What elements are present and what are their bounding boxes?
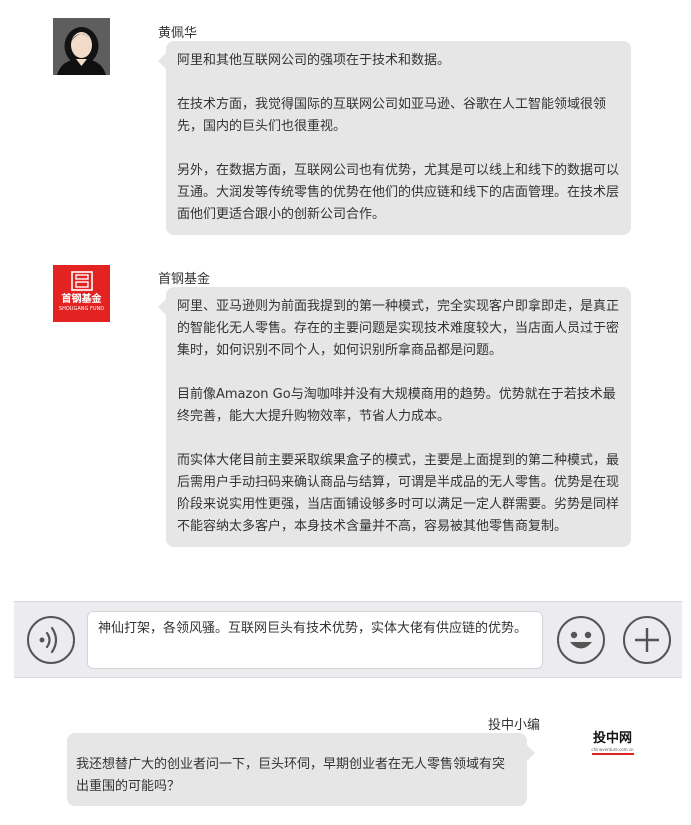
outgoing-message-text: 我还想替广大的创业者问一下，巨头环伺，早期创业者在无人零售领域有突出重围的可能吗…: [76, 757, 506, 794]
message-paragraph: 阿里、亚马逊则为前面我提到的第一种模式，完全实现客户即拿即走，是真正的智能化无人…: [177, 299, 620, 358]
message-paragraph: 而实体大佬目前主要采取缤果盒子的模式，主要是上面提到的第二种模式，最后需用户手动…: [177, 453, 620, 534]
message-input[interactable]: 神仙打架，各领风骚。互联网巨头有技术优势，实体大佬有供应链的优势。: [87, 611, 543, 669]
portrait-icon: [53, 18, 110, 75]
logo-english-text: SHOUGANG FUND: [58, 306, 105, 312]
message-paragraph: 另外，在数据方面，互联网公司也有优势，尤其是可以线上和线下的数据可以互通。大润发…: [177, 163, 620, 222]
smiley-face-icon: [570, 631, 592, 649]
message-bubble: 阿里和其他互联网公司的强项在于技术和数据。 在技术方面，我觉得国际的互联网公司如…: [158, 41, 631, 235]
bubble-tail: [527, 745, 535, 761]
sender-name: 黄佩华: [158, 26, 198, 41]
logo-sub-text: chinaventure.com.cn: [591, 747, 634, 752]
message-paragraph: 在技术方面，我觉得国际的互联网公司如亚马逊、谷歌在人工智能领域很领先，国内的巨头…: [177, 97, 607, 134]
bubble-tail: [158, 299, 166, 315]
message-input-text: 神仙打架，各领风骚。互联网巨头有技术优势，实体大佬有供应链的优势。: [98, 621, 528, 636]
logo-main-text: 投中网: [592, 731, 632, 746]
bubble-tail: [158, 53, 166, 69]
sender-name: 投中小编: [487, 718, 540, 733]
message-paragraph: 阿里和其他互联网公司的强项在于技术和数据。: [177, 53, 451, 68]
message-paragraph: 目前像Amazon Go与淘咖啡并没有大规模商用的趋势。优势就在于若技术最终完善…: [177, 387, 616, 424]
plus-button[interactable]: [623, 616, 671, 664]
outgoing-message-bubble: 我还想替广大的创业者问一下，巨头环伺，早期创业者在无人零售领域有突出重围的可能吗…: [67, 733, 535, 806]
avatar-chinaventure[interactable]: 投中网 chinaventure.com.cn: [584, 726, 641, 756]
message-bubble: 阿里、亚马逊则为前面我提到的第一种模式，完全实现客户即拿即走，是真正的智能化无人…: [158, 287, 631, 547]
sender-name: 首钢基金: [158, 272, 211, 287]
shougang-logo-icon: [70, 271, 93, 291]
avatar-huang-peihua[interactable]: [53, 18, 110, 75]
logo-accent-bar: [591, 753, 634, 755]
plus-icon: [635, 628, 659, 652]
voice-wave-icon: [39, 626, 58, 654]
logo-chinese-text: 首钢基金: [61, 294, 102, 305]
avatar-shougang-fund[interactable]: 首钢基金 SHOUGANG FUND: [53, 265, 110, 322]
voice-button[interactable]: [27, 616, 75, 664]
emoji-button[interactable]: [557, 616, 605, 664]
input-bar: 神仙打架，各领风骚。互联网巨头有技术优势，实体大佬有供应链的优势。: [14, 601, 682, 678]
